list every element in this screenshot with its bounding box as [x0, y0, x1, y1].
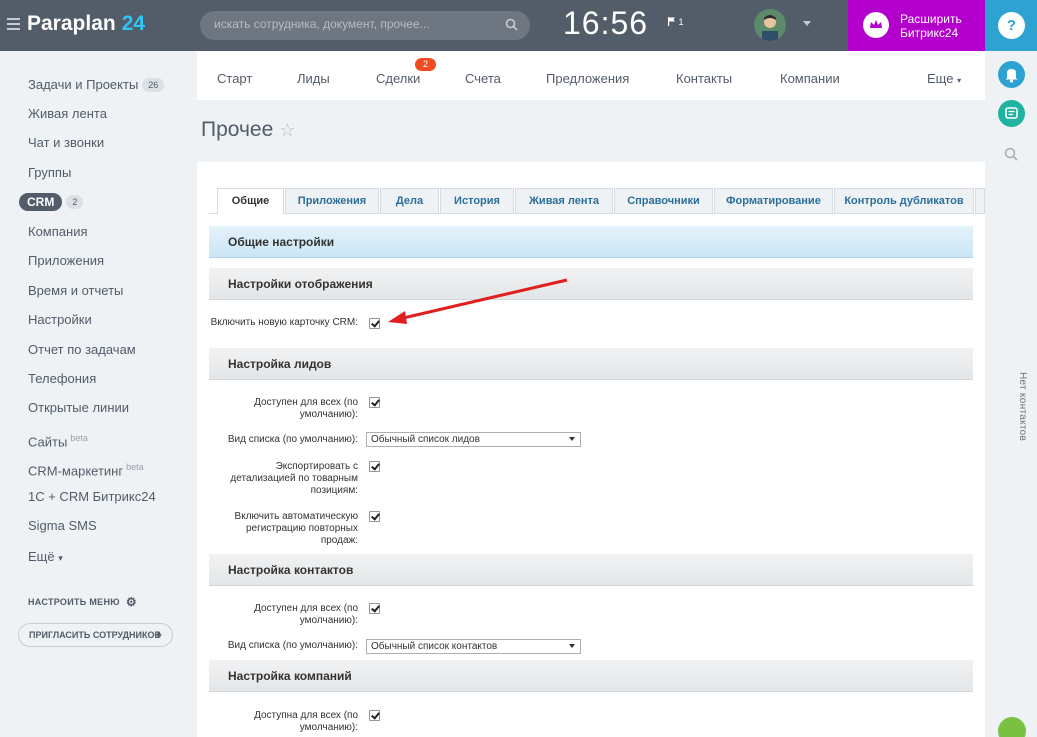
star-icon[interactable]: ☆: [279, 120, 295, 140]
sidebar-item-1c[interactable]: 1С + CRM Битрикс24: [28, 488, 156, 506]
section-contacts: Настройка контактов: [209, 554, 973, 586]
sidebar: Задачи и Проекты 26 Живая лента Чат и зво…: [0, 51, 196, 737]
auto-repeat-checkbox[interactable]: [369, 511, 380, 522]
contacts-available-checkbox[interactable]: [369, 603, 380, 614]
right-panel: [985, 51, 1037, 737]
leads-available-label: Доступен для всех (по умолчанию):: [254, 397, 358, 420]
sidebar-item-crm-marketing[interactable]: CRM-маркетинг beta: [28, 458, 144, 478]
menu-icon[interactable]: [7, 18, 20, 33]
sidebar-item-open-lines[interactable]: Открытые линии: [28, 399, 129, 417]
search-box[interactable]: [200, 11, 530, 40]
sidebar-item-sigma-sms[interactable]: Sigma SMS: [28, 517, 97, 535]
search-input[interactable]: [214, 17, 494, 31]
logo[interactable]: Paraplan 24: [27, 12, 145, 36]
crm-top-nav: Старт Лиды Сделки 2 Счета Предложения Ко…: [197, 51, 985, 100]
header: Paraplan24 16:56 1 РасширитьБитрикс24 ?: [0, 0, 1037, 51]
chat-icon[interactable]: [998, 100, 1025, 127]
help-icon: ?: [998, 12, 1025, 39]
sidebar-item-chat[interactable]: Чат и звонки: [28, 134, 104, 152]
plus-icon: +: [154, 627, 162, 642]
export-detail-checkbox[interactable]: [369, 461, 380, 472]
leads-available-checkbox[interactable]: [369, 397, 380, 408]
contacts-list-view-select[interactable]: Обычный список контактов: [366, 639, 581, 654]
tab-invoices[interactable]: Счета: [465, 71, 501, 86]
sidebar-item-task-report[interactable]: Отчет по задачам: [28, 341, 136, 359]
sidebar-item-time[interactable]: Время и отчеты: [28, 282, 123, 300]
tab-directories[interactable]: Справочники: [614, 188, 713, 214]
upgrade-button[interactable]: Расширить Битрикс24: [848, 0, 985, 51]
sidebar-item-apps[interactable]: Приложения: [28, 252, 104, 270]
configure-menu-button[interactable]: НАСТРОИТЬ МЕНЮ ⚙: [28, 595, 137, 609]
leads-list-view-select[interactable]: Обычный список лидов: [366, 432, 581, 447]
tab-live-feed[interactable]: Живая лента: [515, 188, 613, 214]
new-card-checkbox[interactable]: [369, 318, 380, 329]
page-title: Прочее ☆: [201, 118, 296, 141]
section-companies: Настройка компаний: [209, 660, 973, 692]
clock[interactable]: 16:56: [563, 5, 648, 42]
count-badge: 26: [142, 78, 165, 92]
gear-icon: ⚙: [125, 595, 137, 609]
sidebar-item-tasks[interactable]: Задачи и Проекты 26: [28, 76, 165, 94]
search-icon[interactable]: [998, 141, 1025, 168]
contacts-list-view-label: Вид списка (по умолчанию):: [227, 640, 358, 651]
companies-available-label: Доступна для всех (по умолчанию):: [254, 710, 358, 733]
sidebar-item-company[interactable]: Компания: [28, 223, 88, 241]
export-detail-label: Экспортировать с детализацией по товарны…: [230, 461, 358, 496]
tab-general[interactable]: Общие: [217, 188, 284, 215]
tab-contacts[interactable]: Контакты: [676, 71, 732, 86]
invite-button[interactable]: ПРИГЛАСИТЬ СОТРУДНИКОВ +: [18, 623, 173, 647]
tab-overflow[interactable]: [975, 188, 985, 214]
tab-companies[interactable]: Компании: [780, 71, 840, 86]
tab-start[interactable]: Старт: [217, 71, 252, 86]
section-leads: Настройка лидов: [209, 348, 973, 380]
sidebar-item-telephony[interactable]: Телефония: [28, 370, 96, 388]
section-display: Настройки отображения: [209, 268, 973, 300]
tab-more[interactable]: Еще ▾: [927, 71, 961, 86]
tab-activities[interactable]: Дела: [380, 188, 439, 214]
tab-history[interactable]: История: [440, 188, 514, 214]
tab-leads[interactable]: Лиды: [297, 71, 330, 86]
tab-duplicates[interactable]: Контроль дубликатов: [834, 188, 974, 214]
flag-icon: [668, 17, 675, 26]
tab-deals[interactable]: Сделки: [376, 71, 420, 86]
contacts-available-label: Доступен для всех (по умолчанию):: [254, 603, 358, 626]
help-button[interactable]: ?: [985, 0, 1037, 51]
new-card-label: Включить новую карточку CRM:: [210, 317, 358, 328]
sidebar-item-crm[interactable]: CRM 2: [19, 193, 84, 211]
sidebar-item-settings[interactable]: Настройки: [28, 311, 92, 329]
auto-repeat-label: Включить автоматическую регистрацию повт…: [234, 511, 358, 546]
companies-available-checkbox[interactable]: [369, 710, 380, 721]
tab-quotes[interactable]: Предложения: [546, 71, 629, 86]
avatar[interactable]: [754, 9, 786, 41]
sidebar-item-groups[interactable]: Группы: [28, 164, 71, 182]
search-icon[interactable]: [505, 18, 518, 31]
chevron-down-icon[interactable]: [803, 21, 811, 26]
phone-icon[interactable]: [998, 717, 1026, 737]
chevron-down-icon: [569, 644, 575, 648]
count-badge: 2: [66, 195, 84, 209]
section-general: Общие настройки: [209, 226, 973, 258]
tab-apps[interactable]: Приложения: [285, 188, 379, 214]
sidebar-item-more[interactable]: Ещё ▾: [28, 548, 63, 566]
leads-list-view-label: Вид списка (по умолчанию):: [227, 434, 358, 445]
red-arrow-annotation: [388, 278, 568, 324]
flag-counter[interactable]: 1: [668, 17, 684, 27]
no-contacts-label: Нет контактов: [1017, 372, 1028, 442]
sidebar-item-feed[interactable]: Живая лента: [28, 105, 107, 123]
tab-formatting[interactable]: Форматирование: [714, 188, 833, 214]
sidebar-item-sites[interactable]: Сайты beta: [28, 429, 88, 449]
chevron-down-icon: [569, 437, 575, 441]
crown-icon: [863, 12, 889, 38]
deals-badge: 2: [415, 58, 436, 71]
bell-icon[interactable]: [998, 61, 1025, 88]
